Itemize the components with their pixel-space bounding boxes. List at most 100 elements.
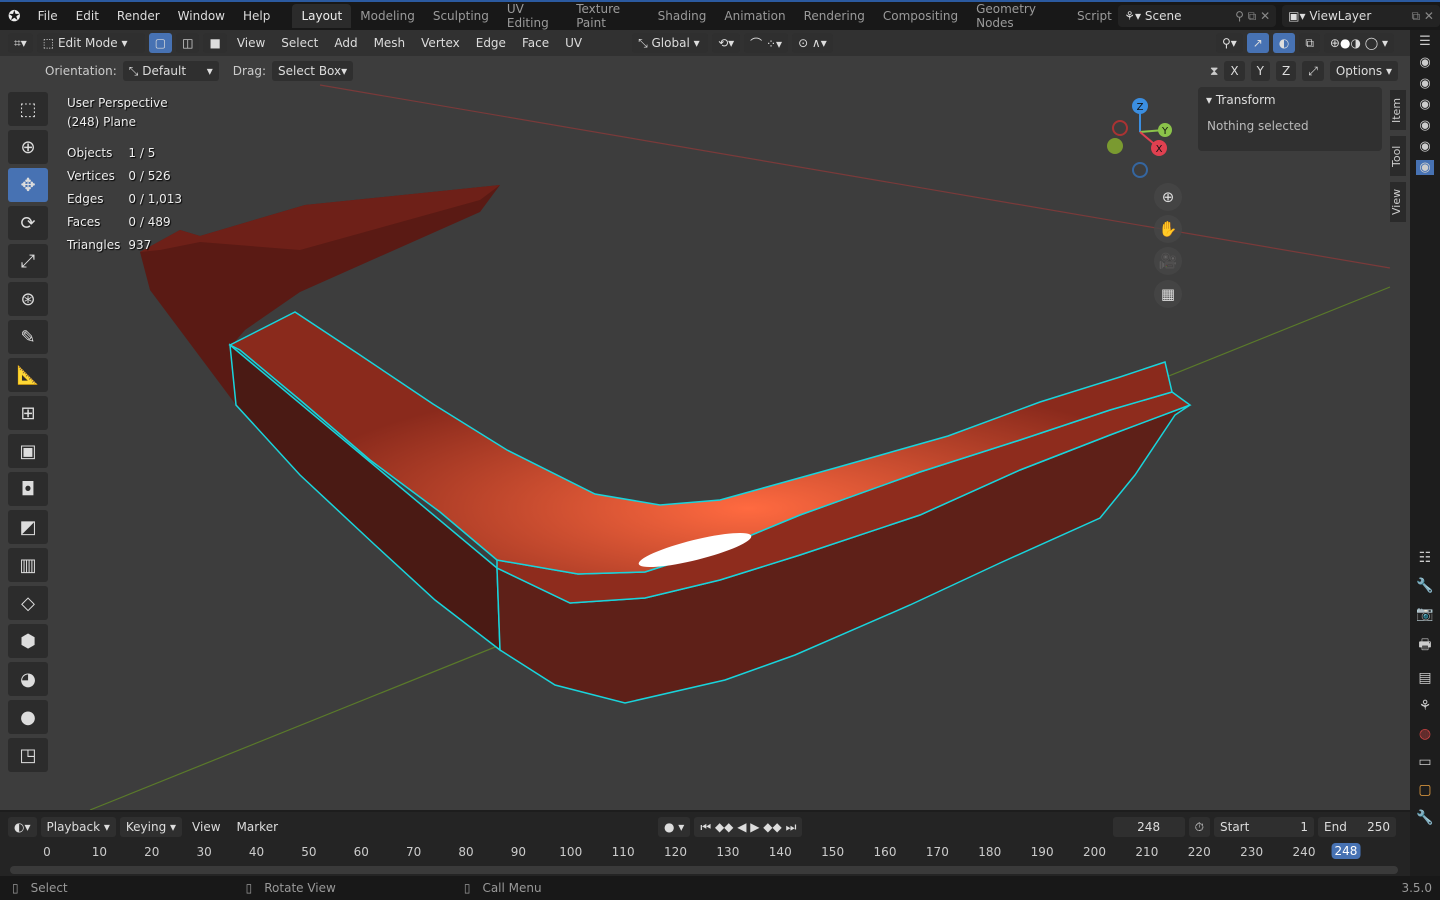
sidebar-tab-tool[interactable]: Tool	[1390, 136, 1406, 176]
gizmo-y[interactable]: Y	[1161, 126, 1169, 137]
tab-shading[interactable]: Shading	[649, 4, 716, 28]
marker-menu[interactable]: Marker	[231, 820, 284, 834]
gizmo-z[interactable]: Z	[1137, 102, 1144, 113]
sidebar-tab-view[interactable]: View	[1390, 182, 1406, 222]
bevel-tool-icon[interactable]: ◩	[8, 510, 48, 544]
menu-window[interactable]: Window	[169, 9, 234, 23]
render-icon[interactable]: 📷	[1416, 606, 1433, 622]
viewlayer-selector[interactable]: ▣▾ ViewLayer ⧉ ✕	[1282, 5, 1440, 27]
camera-icon[interactable]: ◉	[1419, 118, 1430, 133]
proportional-edit-icon[interactable]: ⊙ ∧▾	[792, 33, 833, 53]
drag-dropdown[interactable]: Select Box ▾	[271, 61, 354, 81]
start-frame-field[interactable]: Start 1	[1214, 817, 1314, 837]
annotate-tool-icon[interactable]: ✎	[8, 320, 48, 354]
end-frame-field[interactable]: End 250	[1318, 817, 1396, 837]
tab-scripting[interactable]: Scripting	[1068, 4, 1112, 28]
camera-icon[interactable]: ◉	[1419, 139, 1430, 154]
record-icon[interactable]: ● ▾	[658, 817, 691, 837]
collection-icon[interactable]: ▭	[1418, 754, 1431, 770]
tab-modeling[interactable]: Modeling	[351, 4, 424, 28]
mode-dropdown[interactable]: ⬚ Edit Mode ▾	[36, 33, 145, 53]
cursor-tool-icon[interactable]: ⊕	[8, 130, 48, 164]
copy-icon[interactable]: ⧉ ✕	[1412, 9, 1434, 24]
world-icon[interactable]: ◍	[1419, 726, 1431, 742]
camera-icon[interactable]: ◉	[1416, 160, 1434, 175]
spin-tool-icon[interactable]: ◕	[8, 662, 48, 696]
pin-icon[interactable]: ⚲ ⧉ ✕	[1235, 9, 1270, 24]
tab-rendering[interactable]: Rendering	[795, 4, 874, 28]
knife-tool-icon[interactable]: ◇	[8, 586, 48, 620]
timeline-scrollbar[interactable]	[10, 866, 1398, 874]
tool-icon[interactable]: 🔧	[1416, 578, 1433, 594]
camera-icon[interactable]: ◉	[1419, 97, 1430, 112]
rotate-tool-icon[interactable]: ⟳	[8, 206, 48, 240]
mirror-z[interactable]: Z	[1276, 61, 1297, 81]
menu-help[interactable]: Help	[234, 9, 279, 23]
playhead[interactable]: 248	[1331, 843, 1361, 859]
edge-select-mode[interactable]: ◫	[176, 33, 200, 53]
visibility-icon[interactable]: ⚲▾	[1215, 33, 1243, 53]
menu-add[interactable]: Add	[328, 36, 363, 50]
menu-vertex[interactable]: Vertex	[415, 36, 466, 50]
extrude-tool-icon[interactable]: ▣	[8, 434, 48, 468]
overlay-toggle-icon[interactable]: ◐	[1272, 33, 1296, 53]
snap-icon[interactable]: ⌒ ⁘▾	[744, 33, 789, 53]
navigation-gizmo[interactable]: Z Y X	[1100, 92, 1180, 182]
menu-uv[interactable]: UV	[559, 36, 588, 50]
modifier-wrench-icon[interactable]: 🔧	[1416, 810, 1433, 826]
stopwatch-icon[interactable]: ⏱	[1188, 817, 1210, 837]
editor-type-button[interactable]: ⌗▾	[8, 33, 33, 53]
blender-logo-icon[interactable]: ✪	[0, 7, 29, 25]
mirror-y[interactable]: Y	[1250, 61, 1270, 81]
camera-icon[interactable]: ◉	[1419, 76, 1430, 91]
object-icon[interactable]: ▢	[1418, 782, 1431, 798]
frame-ruler[interactable]: 0 10 20 30 40 50 60 70 80 90 100 110 120 130 140 150 160…	[0, 842, 1410, 862]
transform-tool-icon[interactable]: ⊛	[8, 282, 48, 316]
transform-panel-header[interactable]: ▾ Transform	[1198, 87, 1382, 113]
orientation-dropdown[interactable]: ⤡ Default ▾	[122, 61, 219, 81]
playback-controls[interactable]: ⏮ ◆◆ ◀ ▶ ◆◆ ⏭	[694, 817, 803, 837]
pan-hand-icon[interactable]: ✋	[1154, 215, 1182, 243]
timeline[interactable]: ◐▾ Playback ▾ Keying ▾ View Marker ● ▾ ⏮…	[0, 812, 1410, 876]
zoom-icon[interactable]: ⊕	[1154, 183, 1182, 211]
menu-render[interactable]: Render	[108, 9, 169, 23]
tab-sculpting[interactable]: Sculpting	[424, 4, 498, 28]
transform-orientation-dropdown[interactable]: ⤡ Global ▾	[632, 33, 709, 53]
perspective-grid-icon[interactable]: ▦	[1154, 280, 1182, 308]
measure-tool-icon[interactable]: 📐	[8, 358, 48, 392]
options-dropdown[interactable]: Options ▾	[1329, 61, 1398, 81]
keying-menu[interactable]: Keying ▾	[119, 817, 183, 837]
menu-view[interactable]: View	[231, 36, 271, 50]
sidebar-tab-item[interactable]: Item	[1390, 90, 1406, 130]
output-icon[interactable]: 🖶	[1418, 634, 1431, 658]
camera-icon[interactable]: ◉	[1419, 55, 1430, 70]
menu-select[interactable]: Select	[275, 36, 324, 50]
outliner-icon[interactable]: ☰	[1419, 34, 1431, 49]
timeline-view-menu[interactable]: View	[186, 820, 226, 834]
add-cube-tool-icon[interactable]: ⊞	[8, 396, 48, 430]
edge-slide-tool-icon[interactable]: ◳	[8, 738, 48, 772]
menu-file[interactable]: File	[29, 9, 67, 23]
loop-cut-tool-icon[interactable]: ▥	[8, 548, 48, 582]
menu-face[interactable]: Face	[516, 36, 555, 50]
poly-build-tool-icon[interactable]: ⬢	[8, 624, 48, 658]
camera-view-icon[interactable]: 🎥	[1154, 247, 1182, 275]
tab-layout[interactable]: Layout	[292, 4, 352, 28]
gizmo-toggle-icon[interactable]: ↗	[1246, 33, 1269, 53]
inset-tool-icon[interactable]: ◘	[8, 472, 48, 506]
select-box-tool-icon[interactable]: ⬚	[8, 92, 48, 126]
tab-compositing[interactable]: Compositing	[874, 4, 967, 28]
face-select-mode[interactable]: ■	[203, 33, 227, 53]
xray-icon[interactable]: ⧉	[1299, 33, 1320, 53]
menu-mesh[interactable]: Mesh	[368, 36, 412, 50]
current-frame-field[interactable]: 248	[1112, 817, 1185, 837]
menu-edit[interactable]: Edit	[67, 9, 108, 23]
editor-type-clock-icon[interactable]: ◐▾	[8, 817, 37, 837]
playback-menu[interactable]: Playback ▾	[40, 817, 116, 837]
topology-mirror-icon[interactable]: ⤢	[1302, 61, 1324, 81]
scene-icon[interactable]: ⚘	[1419, 698, 1432, 714]
move-tool-icon[interactable]: ✥	[8, 168, 48, 202]
menu-edge[interactable]: Edge	[470, 36, 512, 50]
scale-tool-icon[interactable]: ⤢	[8, 244, 48, 278]
properties-editor-icon[interactable]: ☷	[1419, 550, 1432, 566]
